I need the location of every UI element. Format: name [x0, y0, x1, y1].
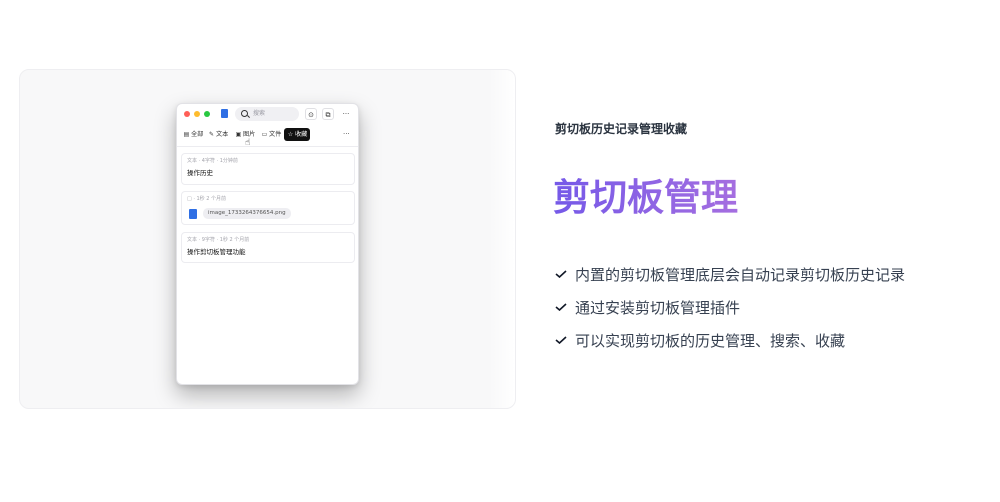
filter-tab-favorites[interactable]: ☆ 收藏 — [284, 128, 311, 141]
feature-text: 可以实现剪切板的历史管理、搜索、收藏 — [575, 332, 846, 350]
item-content: 操作历史 — [187, 169, 213, 177]
list-icon: ▤ — [183, 131, 190, 138]
search-icon — [241, 110, 248, 117]
pin-icon[interactable]: ⊙ — [305, 108, 317, 120]
image-file-icon — [189, 209, 197, 219]
preview-panel: 搜索 ⊙ ⧉ ··· ▤ 全部 ✎ 文本 ▣ 图片 ▭ 文件 ☆ 收藏 ··· ☝ 文本 … — [19, 69, 516, 409]
feature-text: 通过安装剪切板管理插件 — [575, 299, 741, 317]
clipboard-app-window: 搜索 ⊙ ⧉ ··· ▤ 全部 ✎ 文本 ▣ 图片 ▭ 文件 ☆ 收藏 ··· ☝ 文本 … — [176, 103, 359, 385]
filter-label: 收藏 — [295, 131, 308, 138]
minimize-window-button[interactable] — [194, 111, 200, 117]
panel-edge-fade — [489, 70, 515, 408]
search-placeholder: 搜索 — [253, 110, 266, 117]
star-icon: ☆ — [287, 131, 294, 138]
section-subtitle: 剪切板历史记录管理收藏 — [555, 122, 688, 136]
filter-tab-text[interactable]: ✎ 文本 — [208, 128, 228, 141]
maximize-window-button[interactable] — [204, 111, 210, 117]
check-icon — [555, 336, 567, 344]
item-content: 操作剪切板管理功能 — [187, 248, 246, 256]
filter-tab-file[interactable]: ▭ 文件 — [261, 128, 282, 141]
feature-list: 内置的剪切板管理底层会自动记录剪切板历史记录 通过安装剪切板管理插件 可以实现剪… — [555, 264, 905, 363]
copy-icon[interactable]: ⧉ — [322, 108, 334, 120]
image-icon: ▣ — [235, 131, 242, 138]
file-name-chip: image_1733264376654.png — [203, 208, 291, 219]
check-icon — [555, 303, 567, 311]
filter-label: 全部 — [191, 131, 204, 138]
search-input[interactable]: 搜索 — [235, 107, 299, 121]
close-window-button[interactable] — [184, 111, 190, 117]
item-meta: □ · 1秒 2 个月前 — [187, 196, 227, 202]
clipboard-item[interactable]: 文本 · 9字符 · 1秒 2 个月前 操作剪切板管理功能 — [181, 232, 355, 263]
window-titlebar: 搜索 ⊙ ⧉ ··· — [177, 104, 358, 124]
divider — [177, 146, 358, 147]
clipboard-item[interactable]: 文本 · 4字符 · 1分钟前 操作历史 — [181, 153, 355, 185]
item-meta: 文本 · 4字符 · 1分钟前 — [187, 158, 238, 164]
filter-label: 文本 — [216, 131, 229, 138]
page-title: 剪切板管理 — [553, 174, 738, 222]
filter-label: 图片 — [243, 131, 256, 138]
feature-item: 通过安装剪切板管理插件 — [555, 297, 905, 330]
pencil-icon: ✎ — [208, 131, 215, 138]
file-icon: ▭ — [261, 131, 268, 138]
filter-tab-all[interactable]: ▤ 全部 — [183, 128, 204, 141]
more-icon[interactable]: ··· — [340, 108, 352, 120]
filter-label: 文件 — [269, 131, 282, 138]
feature-text: 内置的剪切板管理底层会自动记录剪切板历史记录 — [575, 266, 906, 284]
app-logo-icon — [221, 109, 228, 118]
item-meta: 文本 · 9字符 · 1秒 2 个月前 — [187, 237, 250, 243]
check-icon — [555, 270, 567, 278]
feature-item: 可以实现剪切板的历史管理、搜索、收藏 — [555, 330, 905, 363]
filter-more-button[interactable]: ··· — [343, 128, 350, 141]
clipboard-item[interactable]: □ · 1秒 2 个月前 image_1733264376654.png — [181, 191, 355, 225]
feature-item: 内置的剪切板管理底层会自动记录剪切板历史记录 — [555, 264, 905, 297]
filter-bar: ▤ 全部 ✎ 文本 ▣ 图片 ▭ 文件 ☆ 收藏 ··· — [177, 126, 358, 144]
